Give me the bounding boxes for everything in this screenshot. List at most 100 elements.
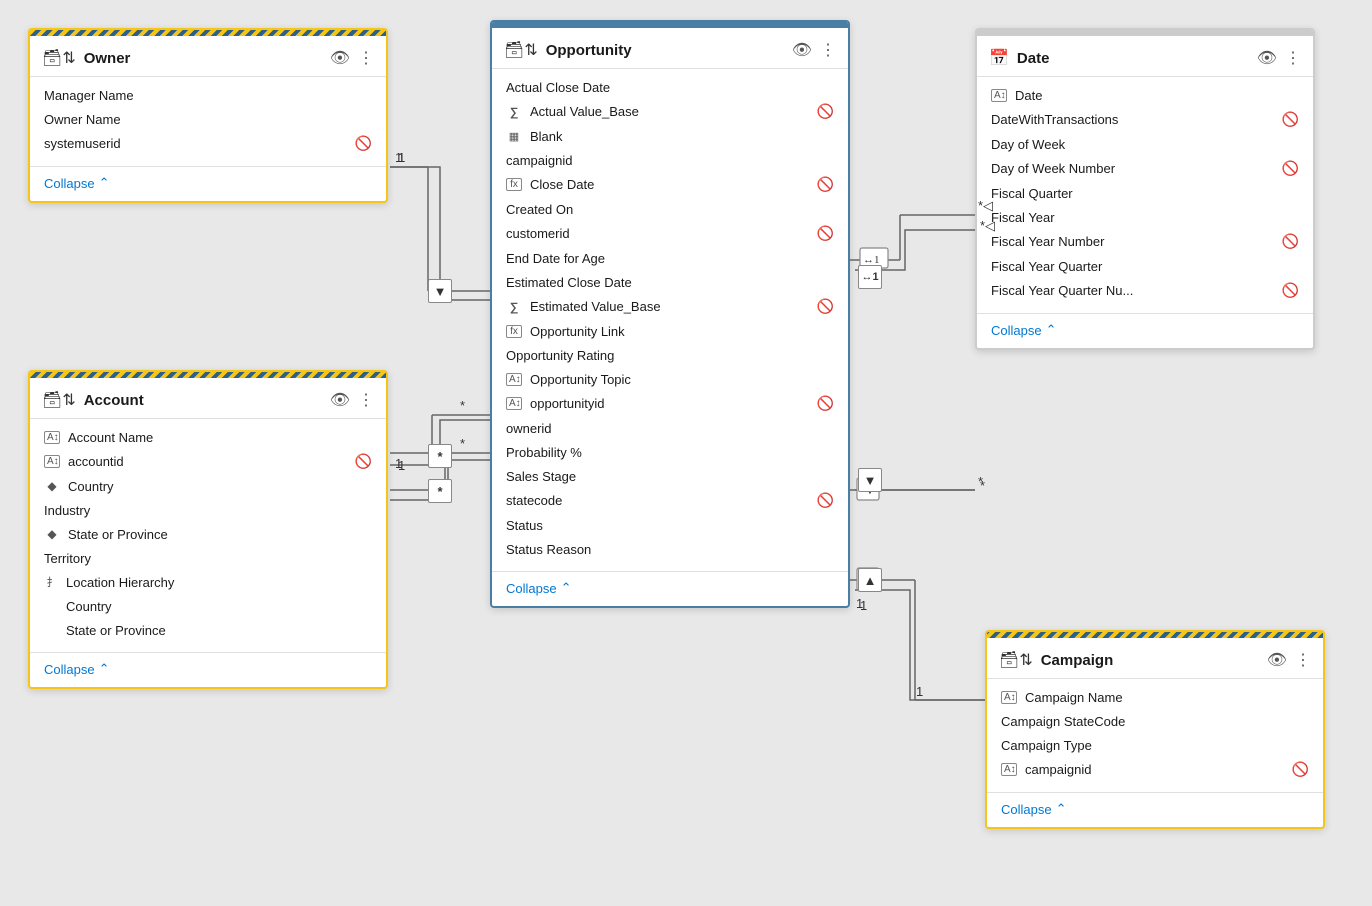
list-item: Fiscal Year Number 🚫: [977, 229, 1313, 254]
date-card-title: Date: [1017, 50, 1249, 67]
opportunity-visibility-icon[interactable]: 👁: [792, 40, 812, 60]
owner-visibility-icon[interactable]: 👁: [330, 48, 350, 68]
svg-text:1: 1: [856, 596, 863, 611]
hidden-icon: 🚫: [817, 225, 834, 242]
hidden-icon: 🚫: [355, 453, 372, 470]
hidden-icon: 🚫: [817, 492, 834, 509]
list-item: Sales Stage: [492, 464, 848, 488]
hidden-icon: 🚫: [817, 395, 834, 412]
owner-collapse-button[interactable]: Collapse ⌃: [44, 175, 372, 191]
date-collapse-button[interactable]: Collapse ⌃: [991, 322, 1299, 338]
list-item: A↕ Date: [977, 83, 1313, 107]
campaign-card: 🗃⇅ Campaign 👁 ⋮ A↕ Campaign Name Campaig…: [985, 630, 1325, 829]
collapse-chevron-icon: ⌃: [99, 661, 110, 677]
list-item: ▦ Blank: [492, 124, 848, 148]
opportunity-menu-icon[interactable]: ⋮: [820, 40, 836, 60]
date-menu-icon[interactable]: ⋮: [1285, 48, 1301, 68]
hidden-icon: 🚫: [817, 103, 834, 120]
list-item: ∑ Actual Value_Base 🚫: [492, 99, 848, 124]
az-icon: A↕: [506, 373, 522, 386]
list-item: Probability %: [492, 440, 848, 464]
list-item: A↕ Account Name: [30, 425, 386, 449]
svg-text:*: *: [460, 398, 465, 413]
az-icon: A↕: [991, 89, 1007, 102]
opportunity-collapse-button[interactable]: Collapse ⌃: [506, 580, 834, 596]
collapse-label: Collapse: [44, 662, 95, 677]
collapse-chevron-icon: ⌃: [561, 580, 572, 596]
hidden-icon: 🚫: [1282, 233, 1299, 250]
owner-table-icon: 🗃⇅: [42, 48, 76, 68]
collapse-chevron-icon: ⌃: [99, 175, 110, 191]
list-item: ◆ Country: [30, 474, 386, 498]
list-item: ∑ Estimated Value_Base 🚫: [492, 294, 848, 319]
opportunity-card-title: Opportunity: [546, 42, 784, 59]
list-item: Status: [492, 513, 848, 537]
hidden-icon: 🚫: [817, 176, 834, 193]
list-item: Campaign StateCode: [987, 709, 1323, 733]
list-item: End Date for Age: [492, 246, 848, 270]
account-card: 🗃⇅ Account 👁 ⋮ A↕ Account Name A↕ accoun…: [28, 370, 388, 689]
hidden-icon: 🚫: [1282, 160, 1299, 177]
campaign-visibility-icon[interactable]: 👁: [1267, 650, 1287, 670]
list-item: statecode 🚫: [492, 488, 848, 513]
list-item: Industry: [30, 498, 386, 522]
svg-text:*: *: [460, 436, 465, 451]
owner-card-title: Owner: [84, 50, 322, 67]
list-item: campaignid: [492, 148, 848, 172]
campaign-collapse-button[interactable]: Collapse ⌃: [1001, 801, 1309, 817]
campaign-table-icon: 🗃⇅: [999, 650, 1033, 670]
opportunity-card: 🗃⇅ Opportunity 👁 ⋮ Actual Close Date ∑ A…: [490, 20, 850, 608]
account-table-icon: 🗃⇅: [42, 390, 76, 410]
list-item: Estimated Close Date: [492, 270, 848, 294]
collapse-label: Collapse: [1001, 802, 1052, 817]
list-item: Country: [30, 594, 386, 618]
hidden-icon: 🚫: [355, 135, 372, 152]
list-item: Campaign Type: [987, 733, 1323, 757]
list-item: ⺘ Location Hierarchy: [30, 570, 386, 594]
list-item: A↕ Opportunity Topic: [492, 367, 848, 391]
list-item: A↕ campaignid 🚫: [987, 757, 1323, 782]
fx-icon: fx: [506, 325, 522, 338]
list-item: Fiscal Year Quarter Nu... 🚫: [977, 278, 1313, 303]
campaign-menu-icon[interactable]: ⋮: [1295, 650, 1311, 670]
list-item: ownerid: [492, 416, 848, 440]
list-item: Manager Name: [30, 83, 386, 107]
az-icon: A↕: [1001, 763, 1017, 776]
collapse-label: Collapse: [506, 581, 557, 596]
list-item: A↕ Campaign Name: [987, 685, 1323, 709]
list-item: fx Opportunity Link: [492, 319, 848, 343]
account-card-title: Account: [84, 392, 322, 409]
owner-menu-icon[interactable]: ⋮: [358, 48, 374, 68]
list-item: Opportunity Rating: [492, 343, 848, 367]
az-icon: A↕: [506, 397, 522, 410]
list-item: State or Province: [30, 618, 386, 642]
sigma-icon: ∑: [506, 105, 522, 119]
list-item: Fiscal Quarter: [977, 181, 1313, 205]
list-item: Created On: [492, 197, 848, 221]
opportunity-table-icon: 🗃⇅: [504, 40, 538, 60]
svg-text:1: 1: [916, 684, 923, 699]
list-item: A↕ accountid 🚫: [30, 449, 386, 474]
hierarchy-icon: ⺘: [44, 574, 60, 590]
list-item: fx Close Date 🚫: [492, 172, 848, 197]
account-visibility-icon[interactable]: 👁: [330, 390, 350, 410]
date-visibility-icon[interactable]: 👁: [1257, 48, 1277, 68]
list-item: Status Reason: [492, 537, 848, 561]
list-item: customerid 🚫: [492, 221, 848, 246]
list-item: Fiscal Year: [977, 205, 1313, 229]
az-icon: A↕: [1001, 691, 1017, 704]
table-icon: ▦: [506, 130, 522, 143]
campaign-card-title: Campaign: [1041, 652, 1259, 669]
az-icon: A↕: [44, 431, 60, 444]
account-collapse-button[interactable]: Collapse ⌃: [44, 661, 372, 677]
globe-icon: ◆: [44, 479, 60, 493]
collapse-label: Collapse: [44, 176, 95, 191]
list-item: Territory: [30, 546, 386, 570]
list-item: systemuserid 🚫: [30, 131, 386, 156]
account-menu-icon[interactable]: ⋮: [358, 390, 374, 410]
hidden-icon: 🚫: [1292, 761, 1309, 778]
date-card: 📅 Date 👁 ⋮ A↕ Date DateWithTransactions …: [975, 28, 1315, 350]
hidden-icon: 🚫: [1282, 282, 1299, 299]
list-item: Owner Name: [30, 107, 386, 131]
list-item: Fiscal Year Quarter: [977, 254, 1313, 278]
